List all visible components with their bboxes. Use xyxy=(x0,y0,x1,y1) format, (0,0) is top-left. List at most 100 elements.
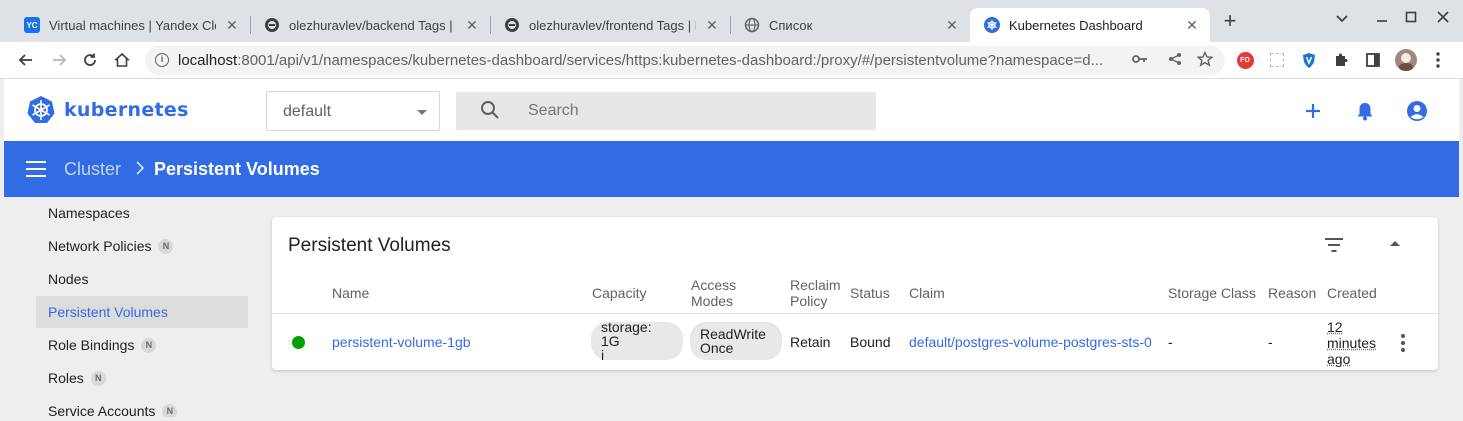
namespaced-badge: N xyxy=(90,370,106,386)
close-tab-icon[interactable]: ✕ xyxy=(704,17,720,34)
column-header-storage-class: Storage Class xyxy=(1168,285,1256,301)
column-header-capacity: Capacity xyxy=(592,285,647,301)
sidebar-item-network-policies[interactable]: Network Policies N xyxy=(36,230,248,262)
reclaim-policy-value: Retain xyxy=(790,334,831,350)
docker-icon xyxy=(504,17,520,33)
back-arrow-icon[interactable] xyxy=(15,49,37,71)
share-icon[interactable] xyxy=(1168,52,1182,69)
close-tab-icon[interactable]: ✕ xyxy=(1184,17,1200,34)
extensions-puzzle-icon[interactable] xyxy=(1332,51,1350,69)
column-header-access-modes: Access Modes xyxy=(691,277,737,309)
reload-icon[interactable] xyxy=(79,49,101,71)
close-tab-icon[interactable]: ✕ xyxy=(224,17,240,34)
card-title: Persistent Volumes xyxy=(288,235,451,256)
profile-avatar-icon[interactable] xyxy=(1395,49,1417,71)
address-bar[interactable]: i localhost:8001/api/v1/namespaces/kuber… xyxy=(145,46,1225,75)
kubernetes-logo[interactable]: kubernetes xyxy=(26,95,189,125)
namespaced-badge: N xyxy=(158,238,174,254)
column-header-status: Status xyxy=(850,285,890,301)
brand-name: kubernetes xyxy=(64,99,189,121)
tab-title: Kubernetes Dashboard xyxy=(1009,17,1143,33)
namespaced-badge: N xyxy=(141,337,157,353)
row-actions-kebab-icon[interactable] xyxy=(1400,334,1406,352)
tab-title: Список xyxy=(769,17,813,33)
sidebar-item-label: Namespaces xyxy=(48,205,130,221)
home-icon[interactable] xyxy=(111,49,133,71)
created-value: 12 minutes ago xyxy=(1327,319,1377,367)
namespaced-badge: N xyxy=(162,403,178,417)
close-tab-icon[interactable]: ✕ xyxy=(464,17,480,34)
page-title: Persistent Volumes xyxy=(154,159,320,179)
new-tab-button[interactable]: + xyxy=(1218,8,1242,34)
notifications-bell-icon[interactable] xyxy=(1353,99,1377,123)
filter-list-icon[interactable] xyxy=(1324,237,1344,258)
account-circle-icon[interactable] xyxy=(1405,99,1429,123)
status-value: Bound xyxy=(850,334,891,350)
bookmark-star-icon[interactable] xyxy=(1196,50,1214,70)
search-bar xyxy=(456,92,876,130)
search-input[interactable] xyxy=(528,100,858,122)
sidebar-item-label: Nodes xyxy=(48,271,89,287)
sidebar-item-label: Network Policies xyxy=(48,238,152,254)
site-info-icon[interactable]: i xyxy=(155,53,169,67)
tab-title: olezhuravlev/frontend Tags | Docker Hub xyxy=(529,17,696,33)
sidebar-item-namespaces[interactable]: Namespaces xyxy=(36,197,248,229)
sidebar-item-nodes[interactable]: Nodes xyxy=(36,263,248,295)
browser-tab-kubernetes-dashboard[interactable]: Kubernetes Dashboard ✕ xyxy=(970,8,1210,42)
tab-title: olezhuravlev/backend Tags | Docker Hub xyxy=(289,17,456,33)
column-header-claim: Claim xyxy=(909,285,945,301)
column-header-reason: Reason xyxy=(1268,285,1317,301)
capacity-chip: storage: 1G i xyxy=(591,320,683,362)
browser-tab-backend-tags[interactable]: olezhuravlev/backend Tags | Docker Hub ✕ xyxy=(250,8,490,42)
sidebar-item-label: Roles xyxy=(48,370,84,386)
url-text[interactable]: localhost:8001/api/v1/namespaces/kuberne… xyxy=(178,52,1128,69)
sidebar-item-label: Role Bindings xyxy=(48,337,135,353)
close-tab-icon[interactable]: ✕ xyxy=(944,17,960,34)
storage-class-value: - xyxy=(1168,334,1173,350)
browser-tab-frontend-tags[interactable]: olezhuravlev/frontend Tags | Docker Hub … xyxy=(490,8,730,42)
app-header: kubernetes default xyxy=(4,79,1459,141)
minimize-window-icon[interactable] xyxy=(1370,10,1394,28)
create-plus-icon[interactable] xyxy=(1301,99,1325,123)
maximize-window-icon[interactable] xyxy=(1399,10,1423,28)
close-window-icon[interactable] xyxy=(1431,10,1455,28)
extension-fo-icon[interactable]: FO xyxy=(1236,51,1254,69)
yandex-cloud-favicon-icon: YC xyxy=(24,17,40,33)
page-title-bar: Cluster Persistent Volumes xyxy=(4,141,1459,197)
pv-name-link[interactable]: persistent-volume-1gb xyxy=(332,335,471,350)
shield-extension-icon[interactable] xyxy=(1300,51,1318,69)
browser-toolbar: i localhost:8001/api/v1/namespaces/kuber… xyxy=(0,42,1463,79)
column-header-name[interactable]: Name xyxy=(332,285,369,301)
sidebar-item-persistent-volumes[interactable]: Persistent Volumes xyxy=(36,296,248,328)
extension-placeholder-icon[interactable] xyxy=(1268,51,1286,69)
persistent-volumes-card: Persistent Volumes Name Capacity Access … xyxy=(272,217,1438,370)
column-header-reclaim-policy: Reclaim Policy xyxy=(790,277,841,309)
browser-tab-yandex-cloud[interactable]: YC Virtual machines | Yandex Cloud ✕ xyxy=(10,8,250,42)
namespace-select[interactable]: default xyxy=(266,91,440,131)
dropdown-caret-icon xyxy=(417,110,427,115)
browser-menu-kebab-icon[interactable] xyxy=(1429,51,1447,69)
namespace-value: default xyxy=(283,103,332,120)
sidebar-nav: Namespaces Network Policies N Nodes Pers… xyxy=(4,197,256,417)
breadcrumb-chevron-right-icon xyxy=(135,157,145,180)
sidebar-item-roles[interactable]: Roles N xyxy=(36,362,248,394)
breadcrumb-cluster[interactable]: Cluster xyxy=(64,159,121,180)
collapse-arrow-up-icon[interactable] xyxy=(1390,241,1400,246)
kubernetes-wheel-icon xyxy=(27,96,55,123)
hamburger-menu-icon[interactable] xyxy=(26,161,46,177)
status-running-icon xyxy=(292,336,305,349)
forward-arrow-icon[interactable] xyxy=(48,49,70,71)
side-panel-icon[interactable] xyxy=(1364,51,1382,69)
claim-link[interactable]: default/postgres-volume-postgres-sts-0 xyxy=(909,335,1152,350)
sidebar-item-role-bindings[interactable]: Role Bindings N xyxy=(36,329,248,361)
globe-icon xyxy=(744,17,760,33)
key-icon[interactable] xyxy=(1132,52,1148,69)
reason-value: - xyxy=(1268,334,1273,350)
sidebar-item-service-accounts[interactable]: Service Accounts N xyxy=(36,395,248,417)
sidebar-item-label: Persistent Volumes xyxy=(48,304,168,320)
column-header-created[interactable]: Created xyxy=(1327,285,1377,301)
sidebar-item-label: Service Accounts xyxy=(48,403,156,417)
browser-tab-spisok[interactable]: Список ✕ xyxy=(730,8,970,42)
search-icon xyxy=(480,100,500,125)
tab-search-chevron-down-icon[interactable] xyxy=(1330,10,1354,28)
